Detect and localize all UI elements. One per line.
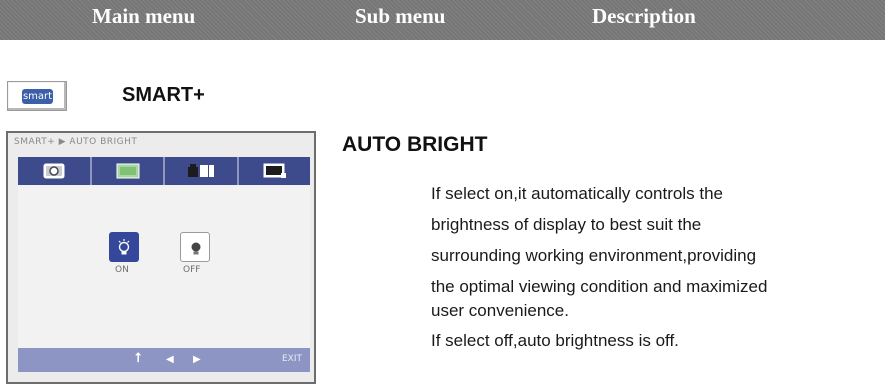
header-bar: Main menu Sub menu Description: [0, 0, 885, 40]
osd-tab-bar: [18, 157, 310, 185]
osd-title: SMART+ ▶ AUTO BRIGHT: [14, 137, 138, 147]
picture-icon: [43, 163, 65, 179]
bulb-on-icon: [116, 237, 132, 257]
description-line: If select off,auto brightness is off.: [431, 331, 679, 350]
smart-button[interactable]: smart: [7, 81, 67, 111]
smart-label: SMART+: [122, 84, 205, 106]
osd-bottom-bar: ⭡ ◀ ▶ EXIT: [18, 348, 310, 372]
auto-bright-on-option[interactable]: [109, 232, 139, 262]
left-arrow-icon[interactable]: ◀: [166, 354, 174, 365]
on-label: ON: [115, 265, 129, 275]
tab-mode[interactable]: [165, 157, 239, 185]
auto-bright-off-option[interactable]: [180, 232, 210, 262]
description-line: brightness of display to best suit the: [431, 215, 702, 234]
right-arrow-icon[interactable]: ▶: [193, 354, 201, 365]
smart-button-label: smart: [22, 89, 53, 104]
description-line: surrounding working environment,providin…: [431, 246, 757, 265]
tab-ratio[interactable]: [91, 157, 165, 185]
up-arrow-icon[interactable]: ⭡: [135, 351, 141, 366]
header-description: Description: [592, 4, 696, 28]
description-title: AUTO BRIGHT: [342, 133, 488, 156]
display-icon: [263, 163, 287, 179]
osd-content: ON OFF: [18, 185, 310, 348]
off-label: OFF: [183, 265, 201, 275]
header-sub-menu: Sub menu: [355, 4, 446, 28]
tab-picture[interactable]: [18, 157, 92, 185]
bulb-off-icon: [188, 239, 204, 257]
mode-icon: [187, 163, 215, 179]
ratio-icon: [116, 163, 140, 179]
description-line: user convenience.: [431, 301, 569, 320]
osd-panel: SMART+ ▶ AUTO BRIGHT ON OFF ⭡ ◀ ▶ EXIT: [6, 131, 316, 384]
header-main-menu: Main menu: [92, 4, 196, 28]
exit-button[interactable]: EXIT: [282, 354, 302, 364]
description-line: If select on,it automatically controls t…: [431, 184, 723, 203]
description-line: the optimal viewing condition and maximi…: [431, 277, 768, 296]
tab-display[interactable]: [238, 157, 310, 185]
